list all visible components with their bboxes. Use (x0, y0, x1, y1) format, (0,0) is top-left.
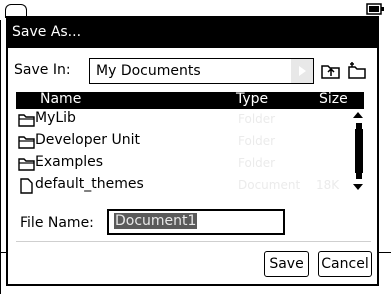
save-in-dropdown[interactable]: My Documents (89, 58, 314, 84)
cancel-button[interactable]: Cancel (318, 251, 372, 277)
column-header-type[interactable]: Type (236, 91, 268, 107)
list-item[interactable]: Developer Unit Folder (16, 131, 351, 153)
new-folder-icon[interactable] (347, 61, 367, 79)
file-name-input[interactable]: Document1 (107, 209, 285, 235)
file-list-scrollbar[interactable] (352, 109, 364, 193)
file-name-value: Document1 (114, 213, 198, 229)
column-header-name[interactable]: Name (40, 91, 81, 107)
file-type: Document (238, 178, 301, 192)
document-icon (20, 178, 33, 194)
file-type: Folder (238, 156, 276, 170)
dialog-title: Save As... (8, 18, 377, 48)
save-as-dialog: Save As... Save In: My Documents Name Ty… (6, 16, 379, 286)
list-item[interactable]: default_themes Document 18K (16, 175, 351, 197)
list-item[interactable]: Examples Folder (16, 153, 351, 175)
file-name: default_themes (35, 176, 144, 192)
folder-icon (18, 114, 35, 127)
file-name: MyLib (35, 110, 76, 126)
file-type: Folder (238, 134, 276, 148)
file-list-header: Name Type Size (16, 91, 364, 109)
button-divider (16, 241, 371, 242)
column-header-size[interactable]: Size (319, 91, 348, 107)
file-name-label: File Name: (20, 215, 94, 231)
folder-up-icon[interactable] (321, 62, 341, 80)
folder-icon (18, 136, 35, 149)
dropdown-arrow-icon[interactable] (291, 59, 313, 83)
scroll-down-icon[interactable] (352, 181, 364, 193)
folder-icon (18, 158, 35, 171)
scroll-up-icon[interactable] (352, 109, 364, 121)
file-name: Developer Unit (35, 132, 140, 148)
list-item[interactable]: MyLib Folder (16, 109, 351, 131)
file-name: Examples (35, 154, 104, 170)
file-type: Folder (238, 112, 276, 126)
scroll-thumb[interactable] (355, 129, 363, 173)
save-in-value: My Documents (96, 63, 201, 79)
save-button[interactable]: Save (264, 251, 309, 277)
save-in-label: Save In: (14, 62, 71, 78)
file-list: MyLib Folder Developer Unit Folder Examp… (16, 109, 351, 199)
file-size: 18K (316, 178, 340, 192)
